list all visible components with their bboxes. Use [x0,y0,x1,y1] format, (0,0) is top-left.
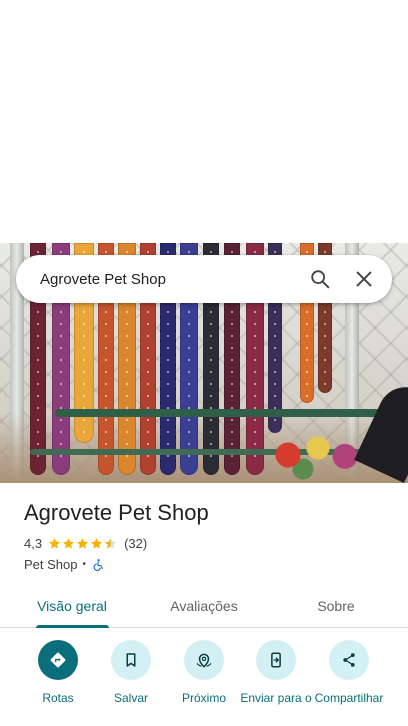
map-area-blank [0,0,408,243]
action-label: Próximo [181,691,226,705]
search-bar[interactable]: Agrovete Pet Shop [16,255,392,303]
star-full-icon [76,538,89,549]
tab-overview[interactable]: Visão geral [0,584,144,627]
send-to-phone-button[interactable]: Enviar para o [240,640,312,706]
place-title: Agrovete Pet Shop [24,500,209,525]
action-circle [256,640,296,680]
tab-label: Visão geral [37,597,107,614]
tab-label: Sobre [317,597,355,614]
action-buttons: Rotas Salvar Próximo Enviar para o Compa… [0,640,408,726]
rating-value: 4,3 [24,536,43,551]
search-button[interactable] [298,257,342,301]
tab-reviews[interactable]: Avaliações [132,584,276,627]
star-half-icon [104,538,117,549]
action-circle [111,640,151,680]
search-icon [311,270,330,289]
action-label: Compartilhar [314,691,384,705]
star-full-icon [62,538,75,549]
search-input[interactable]: Agrovete Pet Shop [40,271,298,288]
rating-stars [48,537,118,550]
star-full-icon [48,538,61,549]
star-full-icon [90,538,103,549]
bookmark-icon [126,653,136,667]
directions-icon [50,652,66,668]
place-category: Pet Shop [24,557,78,572]
action-label: Enviar para o [240,691,312,705]
active-tab-indicator [36,625,109,628]
tab-label: Avaliações [170,597,238,614]
share-icon [343,653,355,667]
wheelchair-accessible-icon [93,558,103,571]
action-label: Rotas [42,691,74,705]
rating-row[interactable]: 4,3 (32) [24,536,147,551]
share-button[interactable]: Compartilhar [313,640,385,706]
place-tabs: Visão geral Avaliações Sobre [0,584,408,628]
send-to-phone-icon [271,652,281,668]
close-icon [356,271,372,287]
action-circle [184,640,224,680]
clear-button[interactable] [342,257,386,301]
separator-dot: • [82,559,87,570]
nearby-icon [196,653,212,668]
category-row: Pet Shop • [24,557,105,572]
tab-about[interactable]: Sobre [264,584,408,627]
action-circle [38,640,78,680]
save-button[interactable]: Salvar [95,640,167,706]
review-count: (32) [124,536,148,551]
action-circle [329,640,369,680]
action-label: Salvar [113,691,148,705]
directions-button[interactable]: Rotas [22,640,94,706]
nearby-button[interactable]: Próximo [168,640,240,706]
